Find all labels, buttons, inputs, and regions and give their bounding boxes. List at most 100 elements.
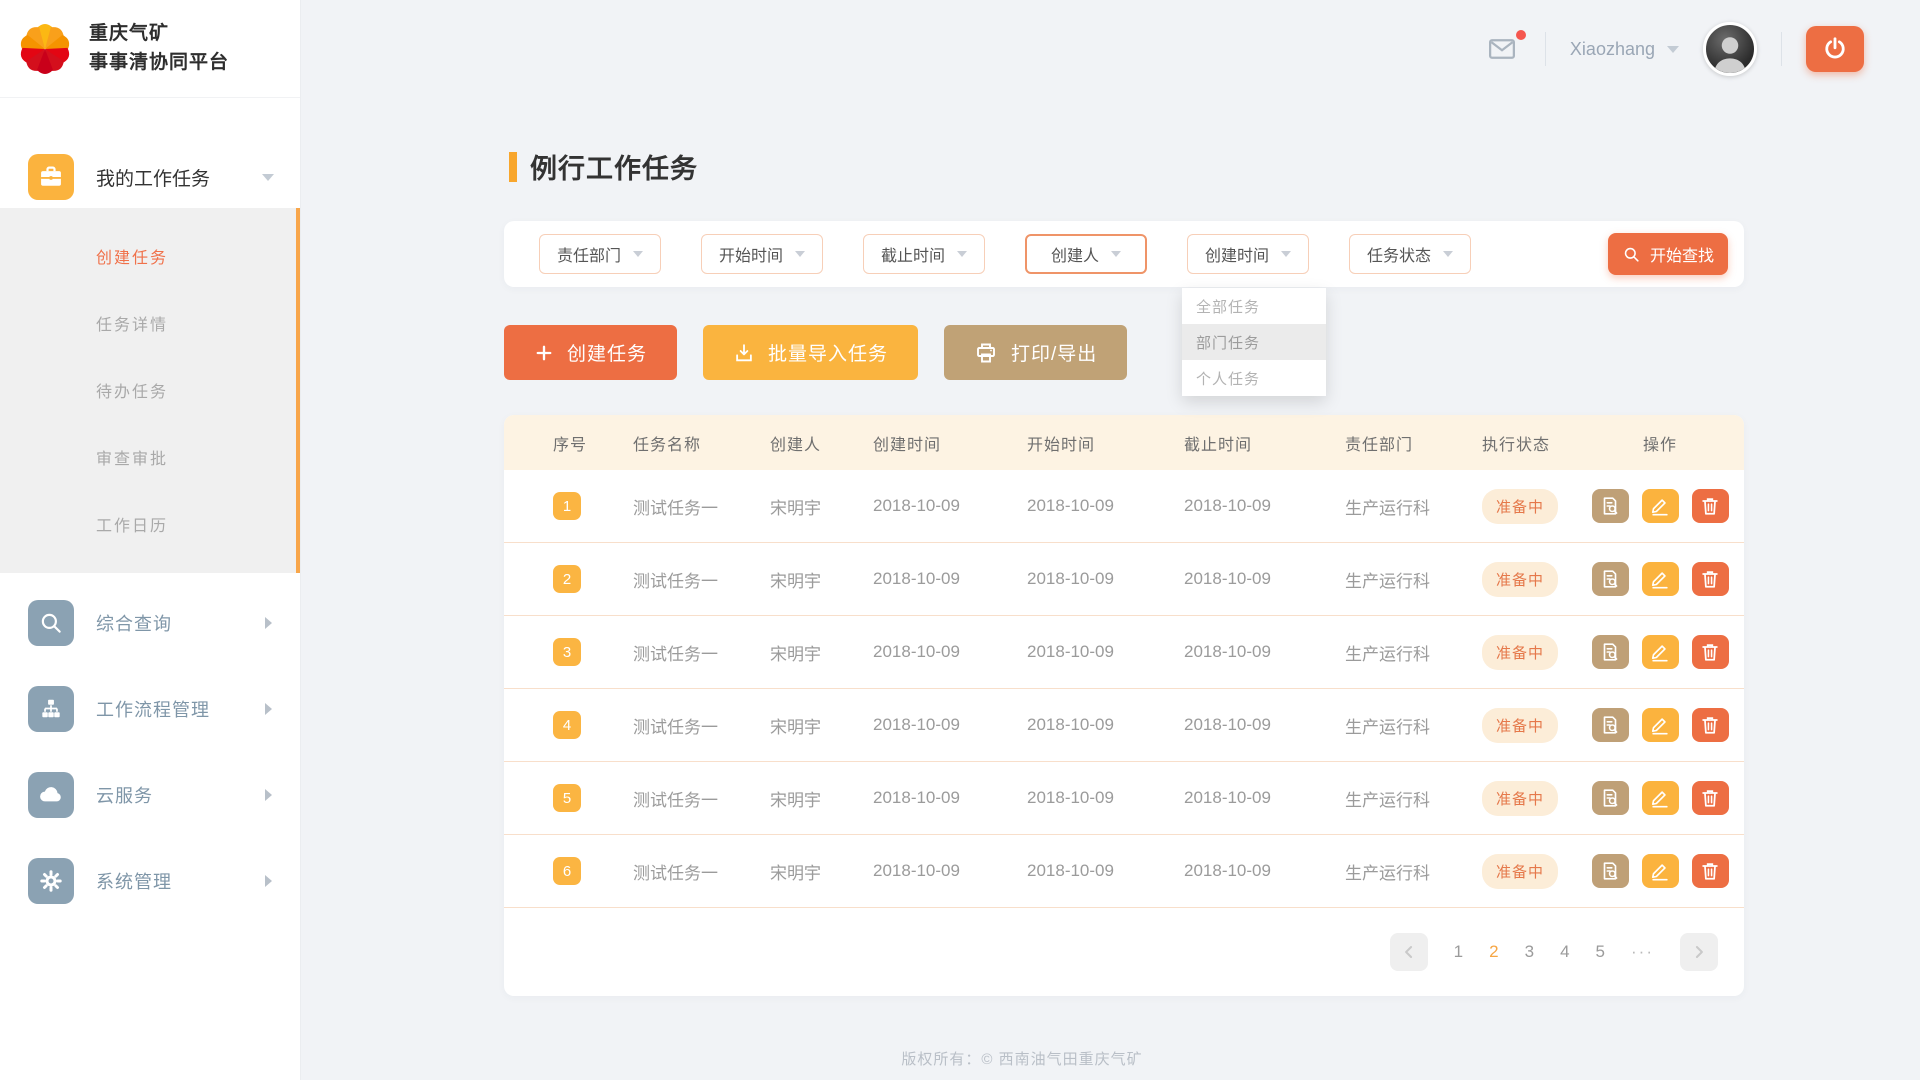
filter-select-start-time[interactable]: 开始时间 (701, 234, 823, 274)
sidebar-item-cloud-services[interactable]: 云服务 (0, 765, 300, 825)
delete-task-button[interactable] (1692, 854, 1729, 888)
trash-icon (1699, 495, 1721, 517)
mail-button[interactable] (1483, 34, 1521, 64)
delete-task-button[interactable] (1692, 781, 1729, 815)
start-date: 2018-10-09 (1027, 569, 1184, 589)
task-name: 测试任务一 (633, 567, 770, 592)
logout-power-button[interactable] (1806, 26, 1864, 72)
filter-bar: 责任部门 开始时间 截止时间 创建人 创建时间 任务状态 开始查找 (504, 221, 1744, 287)
view-task-button[interactable] (1592, 562, 1629, 596)
chevron-left-icon (1399, 942, 1419, 962)
button-label: 创建任务 (567, 339, 647, 366)
search-button[interactable]: 开始查找 (1608, 233, 1728, 275)
filter-select-task-status[interactable]: 任务状态 (1349, 234, 1471, 274)
table-row: 3 测试任务一 宋明宇 2018-10-09 2018-10-09 2018-1… (504, 616, 1744, 689)
creator: 宋明宇 (770, 494, 873, 519)
delete-task-button[interactable] (1692, 562, 1729, 596)
sitemap-icon (28, 686, 74, 732)
edit-task-button[interactable] (1642, 854, 1679, 888)
edit-task-button[interactable] (1642, 635, 1679, 669)
table-header: 序号 任务名称 创建人 创建时间 开始时间 截止时间 责任部门 执行状态 操作 (504, 415, 1744, 470)
edit-task-button[interactable] (1642, 781, 1679, 815)
trash-icon (1699, 787, 1721, 809)
chevron-right-icon (265, 617, 272, 629)
dropdown-item-all-tasks[interactable]: 全部任务 (1182, 288, 1326, 324)
sidebar-item-comprehensive-query[interactable]: 综合查询 (0, 593, 300, 653)
view-task-button[interactable] (1592, 489, 1629, 523)
chevron-down-icon (1667, 46, 1679, 53)
department: 生产运行科 (1345, 640, 1482, 665)
create-task-button[interactable]: 创建任务 (504, 325, 677, 380)
deadline-date: 2018-10-09 (1184, 861, 1345, 881)
delete-task-button[interactable] (1692, 708, 1729, 742)
filter-select-responsible-dept[interactable]: 责任部门 (539, 234, 661, 274)
sidebar-item-system-management[interactable]: 系统管理 (0, 851, 300, 911)
search-button-label: 开始查找 (1650, 242, 1714, 266)
filter-select-deadline[interactable]: 截止时间 (863, 234, 985, 274)
submenu-item-task-detail[interactable]: 任务详情 (0, 289, 296, 356)
edit-task-button[interactable] (1642, 708, 1679, 742)
filter-select-creator[interactable]: 创建人 (1025, 234, 1147, 274)
view-task-button[interactable] (1592, 781, 1629, 815)
copyright-footer: 版权所有：© 西南油气田重庆气矿 (300, 1048, 1744, 1069)
user-menu[interactable]: Xiaozhang (1570, 39, 1679, 60)
avatar[interactable] (1703, 22, 1757, 76)
submenu-item-todo-tasks[interactable]: 待办任务 (0, 356, 296, 423)
submenu-item-create-task[interactable]: 创建任务 (0, 222, 296, 289)
page-number-active[interactable]: 2 (1489, 942, 1498, 962)
sidebar-item-workflow-management[interactable]: 工作流程管理 (0, 679, 300, 739)
view-task-button[interactable] (1592, 708, 1629, 742)
pagination-next-button[interactable] (1680, 933, 1718, 971)
print-export-button[interactable]: 打印/导出 (944, 325, 1127, 380)
table-row: 4 测试任务一 宋明宇 2018-10-09 2018-10-09 2018-1… (504, 689, 1744, 762)
topbar: Xiaozhang (1483, 20, 1864, 78)
batch-import-button[interactable]: 批量导入任务 (703, 325, 918, 380)
col-header-actions: 操作 (1576, 431, 1744, 455)
col-header-created: 创建时间 (873, 431, 1027, 455)
filter-label: 开始时间 (719, 242, 783, 266)
title-accent-bar (509, 152, 517, 182)
chevron-down-icon (262, 174, 274, 181)
pencil-icon (1649, 714, 1671, 736)
sidebar-item-label: 综合查询 (96, 610, 243, 636)
submenu-item-work-calendar[interactable]: 工作日历 (0, 490, 296, 557)
table-row: 6 测试任务一 宋明宇 2018-10-09 2018-10-09 2018-1… (504, 835, 1744, 908)
task-name: 测试任务一 (633, 640, 770, 665)
edit-task-button[interactable] (1642, 489, 1679, 523)
filter-label: 截止时间 (881, 242, 945, 266)
button-label: 批量导入任务 (768, 339, 888, 366)
delete-task-button[interactable] (1692, 489, 1729, 523)
delete-task-button[interactable] (1692, 635, 1729, 669)
edit-task-button[interactable] (1642, 562, 1679, 596)
person-silhouette-icon (1708, 29, 1752, 73)
printer-icon (974, 341, 998, 365)
task-name: 测试任务一 (633, 713, 770, 738)
gear-icon (28, 858, 74, 904)
view-task-button[interactable] (1592, 635, 1629, 669)
sidebar-item-my-tasks[interactable]: 我的工作任务 (0, 148, 300, 206)
doc-search-icon (1599, 860, 1621, 882)
start-date: 2018-10-09 (1027, 642, 1184, 662)
username: Xiaozhang (1570, 39, 1655, 60)
page-number[interactable]: 1 (1454, 942, 1463, 962)
sidebar-submenu: 创建任务 任务详情 待办任务 审查审批 工作日历 (0, 208, 300, 573)
submenu-item-review-approval[interactable]: 审查审批 (0, 423, 296, 490)
page-number[interactable]: 5 (1596, 942, 1605, 962)
table-row: 1 测试任务一 宋明宇 2018-10-09 2018-10-09 2018-1… (504, 470, 1744, 543)
brand-block: 重庆气矿 事事清协同平台 (0, 0, 300, 98)
deadline-date: 2018-10-09 (1184, 569, 1345, 589)
dropdown-item-personal-tasks[interactable]: 个人任务 (1182, 360, 1326, 396)
task-name: 测试任务一 (633, 786, 770, 811)
page-number[interactable]: 3 (1525, 942, 1534, 962)
dropdown-item-dept-tasks[interactable]: 部门任务 (1182, 324, 1326, 360)
filter-select-create-time[interactable]: 创建时间 (1187, 234, 1309, 274)
page-number[interactable]: 4 (1560, 942, 1569, 962)
briefcase-icon (28, 154, 74, 200)
creator: 宋明宇 (770, 713, 873, 738)
task-table: 序号 任务名称 创建人 创建时间 开始时间 截止时间 责任部门 执行状态 操作 … (504, 415, 1744, 996)
row-number-badge: 3 (553, 638, 581, 666)
action-button-row: 创建任务 批量导入任务 打印/导出 (504, 325, 1127, 380)
pagination-prev-button[interactable] (1390, 933, 1428, 971)
task-name: 测试任务一 (633, 494, 770, 519)
view-task-button[interactable] (1592, 854, 1629, 888)
